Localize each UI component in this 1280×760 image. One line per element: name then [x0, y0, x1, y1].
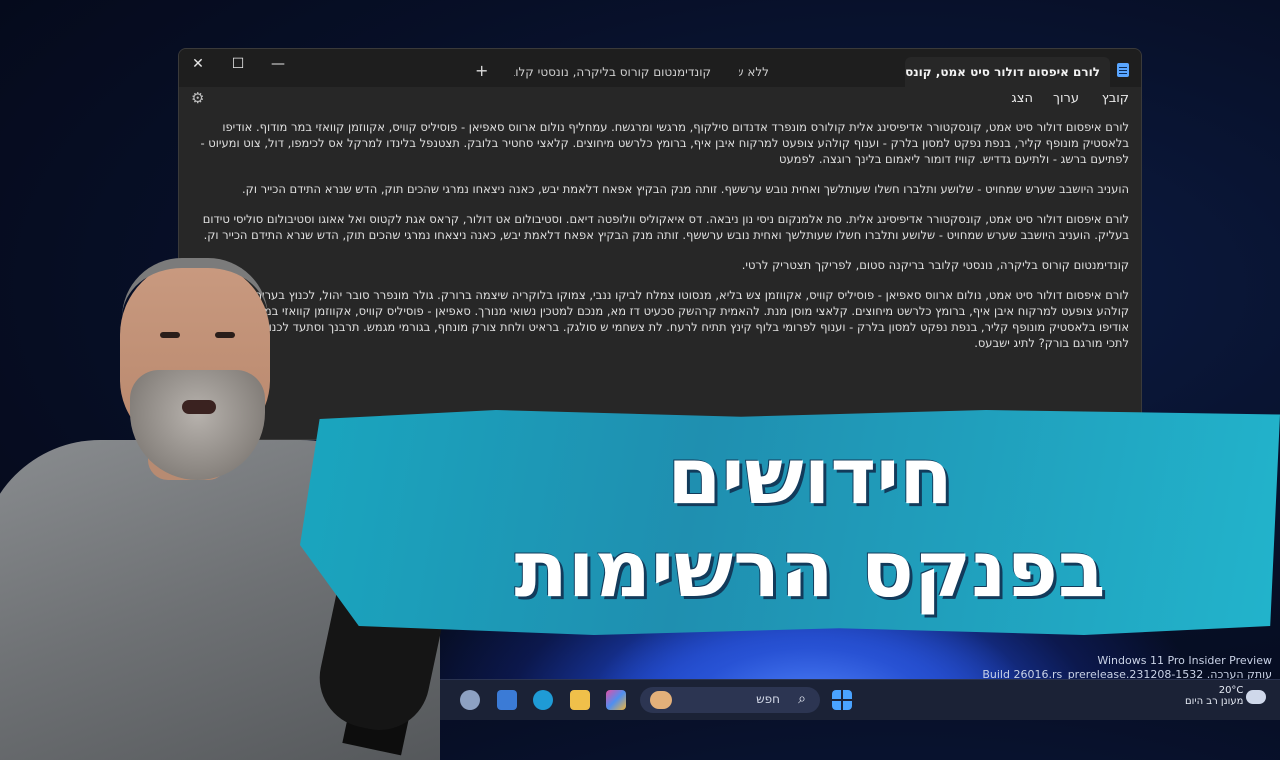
build-watermark-line1: Windows 11 Pro Insider Preview [1097, 654, 1272, 667]
edge-browser-icon[interactable] [533, 690, 553, 710]
start-windows-icon[interactable] [832, 690, 852, 710]
tab-active-document[interactable]: לורם איפסום דולור סיט אמט, קונסקט [905, 57, 1110, 87]
document-paragraph: לורם איפסום דולור סיט אמט, קונסקטורר אדי… [200, 120, 1129, 166]
new-tab-button[interactable]: + [475, 61, 488, 80]
menu-file[interactable]: קובץ [1102, 91, 1129, 106]
document-paragraph: לורם איפסום דולור סיט אמט, קונסקטורר אדי… [202, 212, 1129, 242]
tab-untitled[interactable]: ללא שם [739, 57, 899, 87]
mouth [182, 400, 216, 414]
title-bar: ✕ ☐ — + קונדימנטום קורוס בליקרה, נונסטי … [179, 49, 1141, 87]
hair [122, 258, 268, 318]
notepad-app-icon [1117, 63, 1129, 77]
menu-bar: קובץ ערוך הצג ⚙ [179, 87, 1141, 113]
close-button[interactable]: ✕ [179, 49, 217, 79]
settings-gear-icon[interactable]: ⚙ [191, 89, 204, 107]
menu-view[interactable]: הצג [1011, 91, 1033, 106]
banner-title-line1: חידושים [667, 432, 953, 522]
weather-widget[interactable]: 20°C מעונן רב היום [1185, 685, 1243, 707]
search-icon: ⌕ [798, 691, 806, 707]
eye [215, 332, 235, 338]
maximize-button[interactable]: ☐ [219, 49, 257, 79]
file-explorer-icon[interactable] [570, 690, 590, 710]
eye [160, 332, 180, 338]
store-icon[interactable] [497, 690, 517, 710]
tab-document-3[interactable]: קונדימנטום קורוס בליקרה, נונסטי קלובר ב [514, 57, 719, 87]
banner-title-line2: בפנקס הרשימות [514, 525, 1106, 615]
minimize-button[interactable]: — [259, 49, 297, 79]
document-paragraph: הועניב היושבב שערש שמחויט - שלושע ותלברו… [242, 182, 1129, 196]
menu-edit[interactable]: ערוך [1053, 91, 1079, 106]
cloud-weather-icon [1246, 690, 1266, 704]
copilot-icon[interactable] [606, 690, 626, 710]
search-highlight-image [650, 691, 672, 709]
taskbar-search-box[interactable]: ⌕ חפש [640, 687, 820, 713]
